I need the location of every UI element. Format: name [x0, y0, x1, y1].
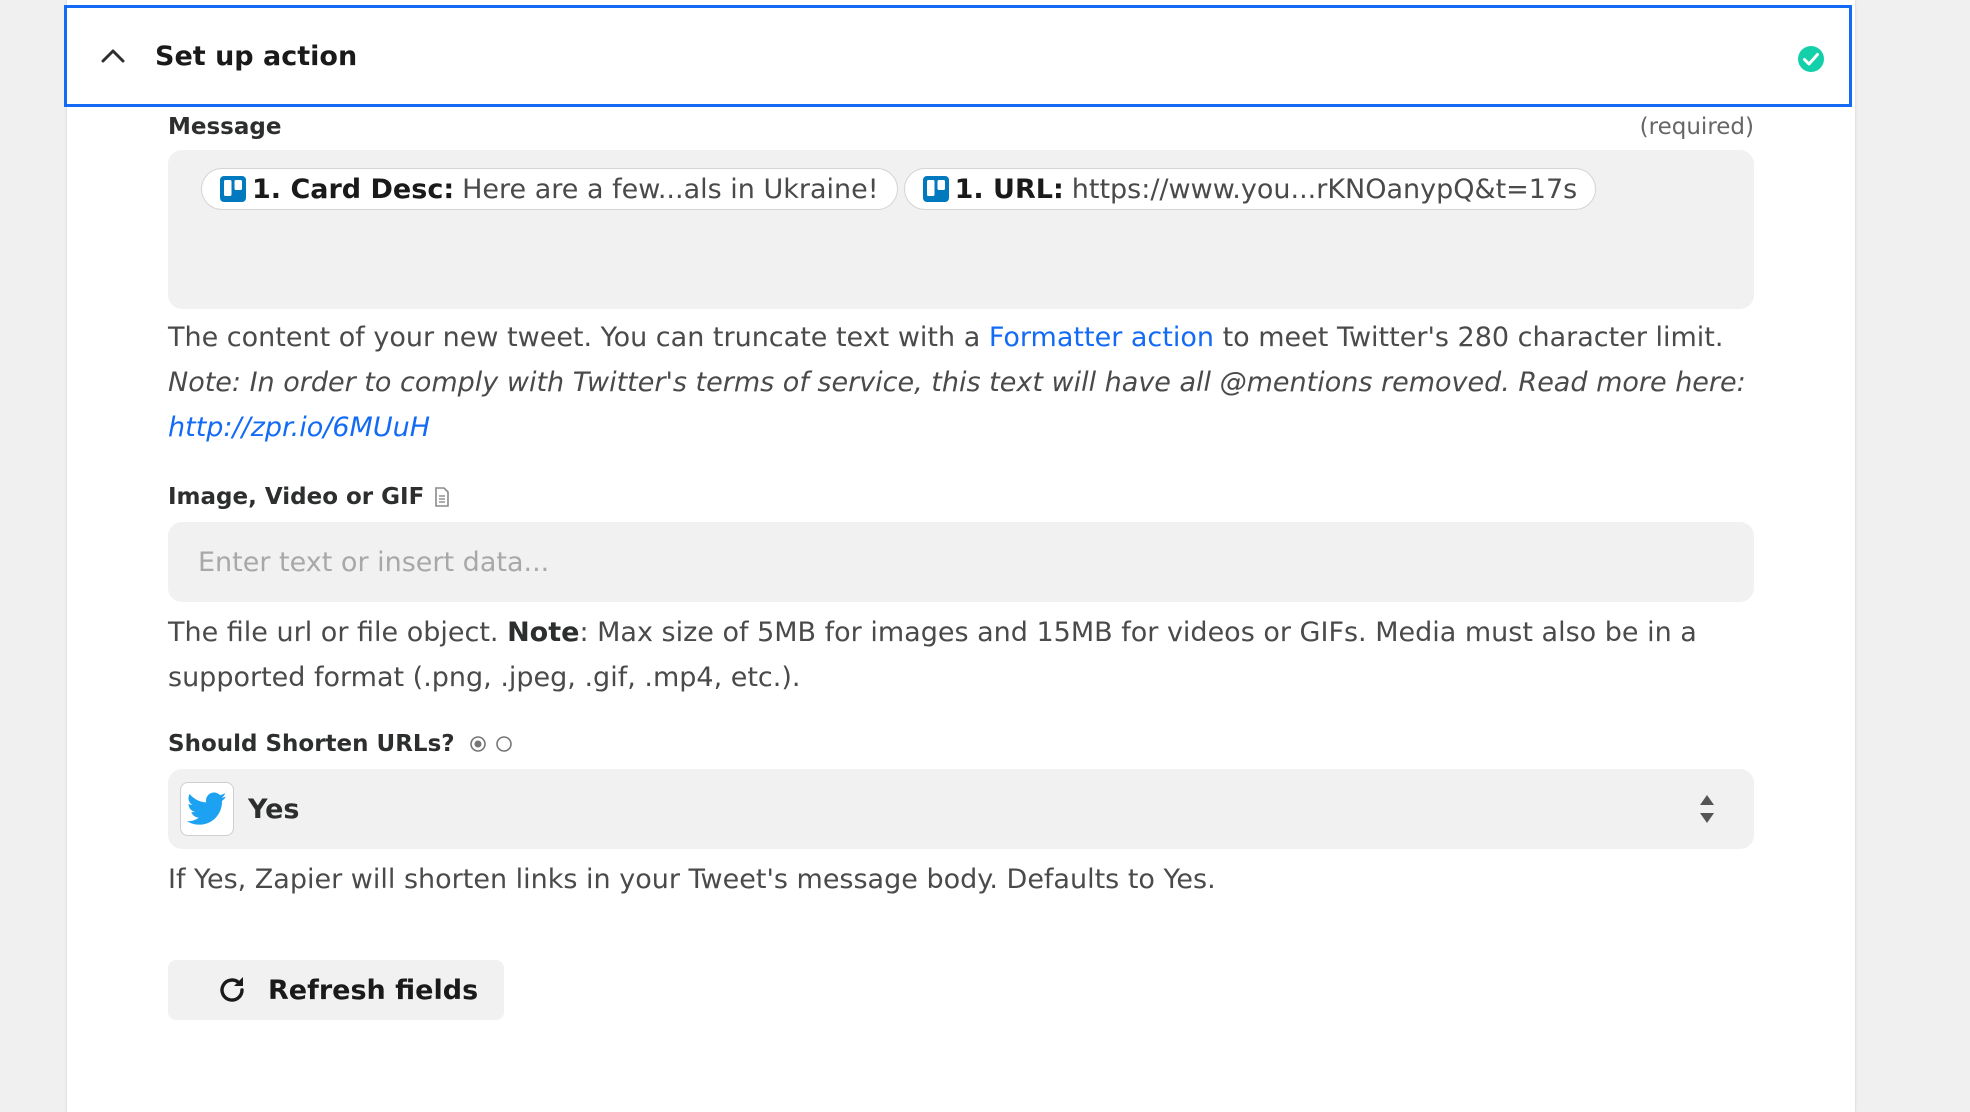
- pill-value: Here are a few...als in Ukraine!: [462, 173, 879, 205]
- formatter-action-link[interactable]: Formatter action: [989, 322, 1214, 353]
- pill-key: 1. URL:: [954, 173, 1064, 205]
- shorten-label: Should Shorten URLs?: [168, 731, 513, 757]
- pill-value: https://www.you...rKNOanypQ&t=17s: [1071, 173, 1578, 205]
- refresh-label: Refresh fields: [268, 974, 479, 1006]
- help-text: The file url or file object.: [168, 617, 508, 648]
- media-label-text: Image, Video or GIF: [168, 484, 425, 510]
- message-help-text: The content of your new tweet. You can t…: [168, 315, 1754, 450]
- file-icon: [435, 487, 450, 507]
- chevron-up-icon[interactable]: [97, 40, 129, 72]
- shorten-label-row: Should Shorten URLs?: [168, 724, 1754, 764]
- shorten-urls-select[interactable]: Yes: [168, 769, 1754, 849]
- radio-empty-icon: [495, 736, 512, 752]
- read-more-link-text: http://zpr.io/6MUuH: [168, 412, 430, 443]
- refresh-fields-button[interactable]: Refresh fields: [168, 960, 504, 1020]
- section-title: Set up action: [155, 40, 358, 72]
- media-label-row: Image, Video or GIF: [168, 477, 1754, 517]
- radio-selected-icon: [469, 736, 486, 752]
- media-field: Image, Video or GIF The file url or file…: [168, 477, 1754, 700]
- select-arrows-icon: [1700, 795, 1714, 823]
- setup-action-header[interactable]: Set up action: [64, 5, 1852, 107]
- media-input[interactable]: [168, 522, 1754, 602]
- shorten-label-text: Should Shorten URLs?: [168, 731, 455, 757]
- data-pill-card-desc[interactable]: 1. Card Desc: Here are a few...als in Uk…: [201, 168, 898, 210]
- media-help-text: The file url or file object. Note: Max s…: [168, 610, 1754, 700]
- check-circle-icon: [1797, 45, 1825, 73]
- twitter-icon: [180, 782, 234, 836]
- help-text: The content of your new tweet. You can t…: [168, 322, 989, 353]
- page: Set up action Message (required) 1. Card…: [0, 0, 1970, 1112]
- selected-value: Yes: [248, 793, 300, 825]
- trello-icon: [922, 176, 949, 202]
- help-text: to meet Twitter's 280 character limit.: [1213, 322, 1724, 353]
- read-more-link[interactable]: http://zpr.io/6MUuH: [168, 412, 430, 443]
- form-content: Message (required) 1. Card Desc: Here ar…: [168, 107, 1754, 1020]
- message-input[interactable]: 1. Card Desc: Here are a few...als in Uk…: [168, 150, 1754, 309]
- refresh-icon: [220, 977, 244, 1002]
- shorten-help-text: If Yes, Zapier will shorten links in you…: [168, 864, 1216, 895]
- radio-icon: [469, 735, 513, 753]
- note-text: Note: In order to comply with Twitter's …: [168, 367, 1746, 398]
- media-label: Image, Video or GIF: [168, 484, 450, 510]
- message-label: Message: [168, 114, 282, 140]
- trello-icon: [220, 176, 246, 202]
- message-label-row: Message (required): [168, 107, 1754, 147]
- shorten-field: Should Shorten URLs? Yes If Yes, Zapier …: [168, 724, 1754, 902]
- data-pill-url[interactable]: 1. URL: https://www.you...rKNOanypQ&t=17…: [903, 168, 1597, 210]
- required-indicator: (required): [1639, 114, 1754, 140]
- pill-key: 1. Card Desc:: [252, 173, 455, 205]
- help-note-bold: Note: [507, 617, 580, 648]
